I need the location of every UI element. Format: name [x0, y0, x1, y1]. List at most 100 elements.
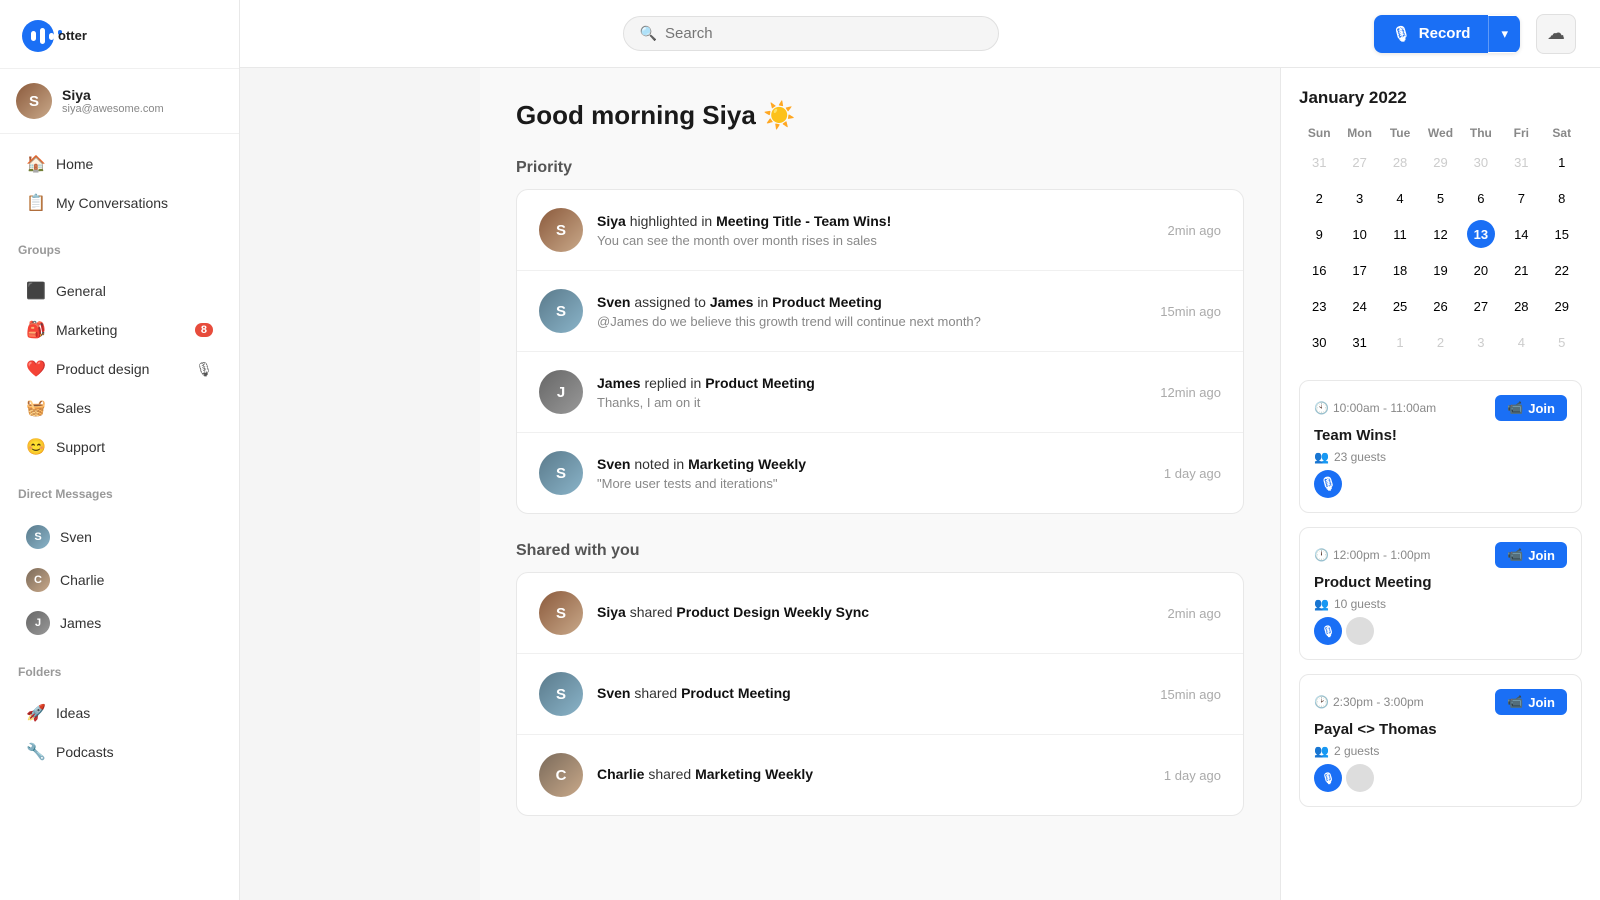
- meeting-avatar-mic-1: 🎙: [1314, 470, 1342, 498]
- priority-avatar-1: S: [539, 208, 583, 252]
- sidebar-item-product-design[interactable]: ❤️ Product design 🎙: [8, 350, 231, 388]
- sidebar-item-support[interactable]: 😊 Support: [8, 428, 231, 466]
- calendar-day[interactable]: 4: [1386, 184, 1414, 212]
- meeting-avatar-blue-2: 🎙: [1314, 617, 1342, 645]
- sidebar-item-marketing[interactable]: 🎒 Marketing 8: [8, 311, 231, 349]
- join-button-3[interactable]: 📹 Join: [1495, 689, 1567, 715]
- james-dm-avatar: J: [26, 611, 50, 635]
- record-dropdown-button[interactable]: ▾: [1488, 16, 1520, 52]
- calendar-day[interactable]: 11: [1386, 220, 1414, 248]
- sales-icon: 🧺: [26, 398, 46, 418]
- sidebar-item-sven-label: Sven: [60, 529, 92, 545]
- sidebar-item-ideas[interactable]: 🚀 Ideas: [8, 694, 231, 732]
- priority-item-2[interactable]: S Sven assigned to James in Product Meet…: [517, 271, 1243, 352]
- calendar-day[interactable]: 30: [1467, 148, 1495, 176]
- calendar-day[interactable]: 27: [1346, 148, 1374, 176]
- meeting-avatar-gray-3: [1346, 764, 1374, 792]
- calendar-day[interactable]: 27: [1467, 292, 1495, 320]
- priority-item-1[interactable]: S Siya highlighted in Meeting Title - Te…: [517, 190, 1243, 271]
- meeting-card-1: 🕙 10:00am - 11:00am 📹 Join Team Wins! 👥 …: [1299, 380, 1582, 513]
- sidebar-item-home[interactable]: 🏠 Home: [8, 145, 231, 183]
- user-name: Siya: [62, 87, 164, 103]
- calendar-day[interactable]: 16: [1305, 256, 1333, 284]
- time-1: 2min ago: [1168, 223, 1221, 238]
- actor-2: Sven: [597, 294, 630, 310]
- calendar-day[interactable]: 1: [1548, 148, 1576, 176]
- sidebar-item-support-label: Support: [56, 439, 105, 455]
- shared-item-3[interactable]: C Charlie shared Marketing Weekly 1 day …: [517, 735, 1243, 815]
- sidebar-item-james[interactable]: J James: [8, 602, 231, 644]
- calendar-day[interactable]: 28: [1507, 292, 1535, 320]
- calendar-day[interactable]: 5: [1548, 328, 1576, 356]
- sidebar-item-sales[interactable]: 🧺 Sales: [8, 389, 231, 427]
- calendar-day[interactable]: 1: [1386, 328, 1414, 356]
- priority-item-3[interactable]: J James replied in Product Meeting Thank…: [517, 352, 1243, 433]
- join-button-1[interactable]: 📹 Join: [1495, 395, 1567, 421]
- calendar-day[interactable]: 24: [1346, 292, 1374, 320]
- calendar-day[interactable]: 9: [1305, 220, 1333, 248]
- sidebar-item-podcasts[interactable]: 🔧 Podcasts: [8, 733, 231, 771]
- search-input[interactable]: [665, 25, 982, 42]
- groups-section-title: Groups: [0, 233, 239, 261]
- shared-time-1: 2min ago: [1168, 606, 1221, 621]
- sidebar-item-marketing-label: Marketing: [56, 322, 117, 338]
- calendar-day[interactable]: 22: [1548, 256, 1576, 284]
- sidebar-item-charlie[interactable]: C Charlie: [8, 559, 231, 601]
- join-button-2[interactable]: 📹 Join: [1495, 542, 1567, 568]
- shared-avatar-3: C: [539, 753, 583, 797]
- sidebar-item-sven[interactable]: S Sven: [8, 516, 231, 558]
- calendar-day[interactable]: 31: [1305, 148, 1333, 176]
- calendar-day[interactable]: 25: [1386, 292, 1414, 320]
- user-profile[interactable]: S Siya siya@awesome.com: [0, 69, 239, 134]
- record-button[interactable]: 🎙 Record: [1374, 15, 1489, 53]
- calendar-day[interactable]: 5: [1426, 184, 1454, 212]
- calendar-day[interactable]: 3: [1346, 184, 1374, 212]
- calendar-day[interactable]: 6: [1467, 184, 1495, 212]
- ideas-icon: 🚀: [26, 703, 46, 723]
- calendar-day[interactable]: 12: [1426, 220, 1454, 248]
- calendar-day[interactable]: 13: [1467, 220, 1495, 248]
- clock-icon: 🕙: [1314, 401, 1329, 415]
- cal-header-mon: Mon: [1339, 122, 1379, 144]
- calendar-day[interactable]: 2: [1305, 184, 1333, 212]
- sidebar-item-general[interactable]: ⬛ General: [8, 272, 231, 310]
- calendar-day[interactable]: 3: [1467, 328, 1495, 356]
- shared-item-1[interactable]: S Siya shared Product Design Weekly Sync…: [517, 573, 1243, 654]
- calendar-day[interactable]: 4: [1507, 328, 1535, 356]
- cal-header-wed: Wed: [1420, 122, 1460, 144]
- calendar-day[interactable]: 7: [1507, 184, 1535, 212]
- calendar-day[interactable]: 29: [1426, 148, 1454, 176]
- app-logo: otter: [20, 18, 120, 54]
- calendar-day[interactable]: 2: [1426, 328, 1454, 356]
- meeting-guests-1: 👥 23 guests: [1314, 450, 1567, 464]
- calendar-day[interactable]: 29: [1548, 292, 1576, 320]
- search-bar[interactable]: 🔍: [623, 16, 1000, 51]
- shared-item-2[interactable]: S Sven shared Product Meeting 15min ago: [517, 654, 1243, 735]
- shared-actor-2: Sven: [597, 685, 630, 701]
- main-nav: 🏠 Home 📋 My Conversations: [0, 134, 239, 233]
- calendar-day[interactable]: 23: [1305, 292, 1333, 320]
- calendar-day[interactable]: 10: [1346, 220, 1374, 248]
- calendar-day[interactable]: 21: [1507, 256, 1535, 284]
- upload-button[interactable]: ☁: [1536, 14, 1576, 54]
- calendar-day[interactable]: 15: [1548, 220, 1576, 248]
- calendar-day[interactable]: 14: [1507, 220, 1535, 248]
- home-icon: 🏠: [26, 154, 46, 174]
- calendar-day[interactable]: 30: [1305, 328, 1333, 356]
- priority-item-4[interactable]: S Sven noted in Marketing Weekly "More u…: [517, 433, 1243, 513]
- calendar-day[interactable]: 8: [1548, 184, 1576, 212]
- calendar-day[interactable]: 17: [1346, 256, 1374, 284]
- meeting-time-3: 🕑 2:30pm - 3:00pm: [1314, 695, 1424, 709]
- calendar-day[interactable]: 28: [1386, 148, 1414, 176]
- cal-header-sat: Sat: [1542, 122, 1582, 144]
- calendar-day[interactable]: 26: [1426, 292, 1454, 320]
- preview-3: Thanks, I am on it: [597, 395, 1146, 410]
- calendar-day[interactable]: 18: [1386, 256, 1414, 284]
- calendar-day[interactable]: 19: [1426, 256, 1454, 284]
- calendar-day[interactable]: 31: [1346, 328, 1374, 356]
- sidebar-item-my-conversations[interactable]: 📋 My Conversations: [8, 184, 231, 222]
- calendar-day[interactable]: 31: [1507, 148, 1535, 176]
- calendar-day[interactable]: 20: [1467, 256, 1495, 284]
- user-email: siya@awesome.com: [62, 103, 164, 115]
- sidebar-item-home-label: Home: [56, 156, 93, 172]
